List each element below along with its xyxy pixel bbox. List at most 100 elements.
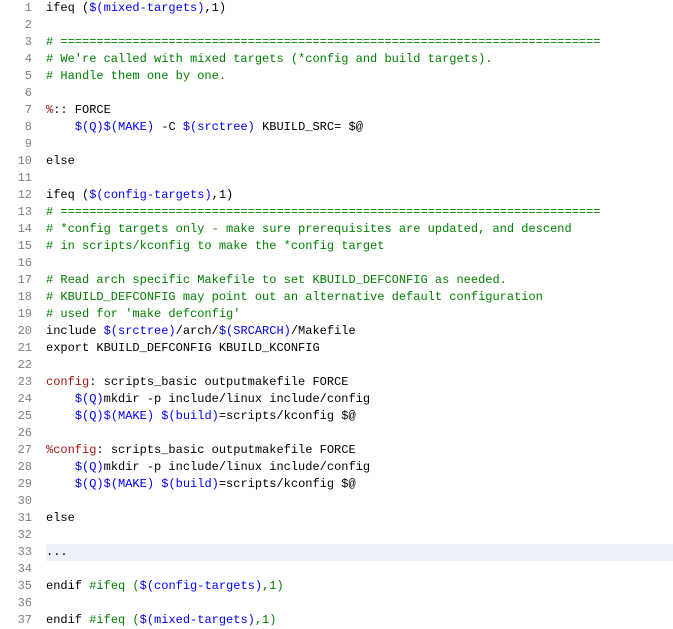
code-line[interactable]: $(Q)mkdir -p include/linux include/confi… (46, 391, 673, 408)
code-area[interactable]: ifeq ($(mixed-targets),1) # ============… (38, 0, 673, 629)
line-number: 20 (0, 323, 32, 340)
code-line[interactable] (46, 527, 673, 544)
code-token: /arch/ (176, 324, 219, 338)
line-number: 17 (0, 272, 32, 289)
code-line[interactable]: config: scripts_basic outputmakefile FOR… (46, 374, 673, 391)
code-line[interactable]: # in scripts/kconfig to make the *config… (46, 238, 673, 255)
code-token: mkdir -p include/linux include/config (104, 392, 370, 406)
code-line[interactable] (46, 136, 673, 153)
code-line[interactable]: else (46, 510, 673, 527)
code-line[interactable]: # used for 'make defconfig' (46, 306, 673, 323)
code-line[interactable]: include $(srctree)/arch/$(SRCARCH)/Makef… (46, 323, 673, 340)
line-number: 7 (0, 102, 32, 119)
code-line[interactable]: endif #ifeq ($(config-targets),1) (46, 578, 673, 595)
code-token: else (46, 154, 75, 168)
code-token: ,1) (212, 188, 234, 202)
code-line[interactable]: # KBUILD_DEFCONFIG may point out an alte… (46, 289, 673, 306)
line-number: 14 (0, 221, 32, 238)
line-number: 22 (0, 357, 32, 374)
code-token: $(srctree) (104, 324, 176, 338)
code-token: # We're called with mixed targets (*conf… (46, 52, 492, 66)
line-number: 26 (0, 425, 32, 442)
line-number: 5 (0, 68, 32, 85)
code-line[interactable]: %:: FORCE (46, 102, 673, 119)
code-token: : scripts_basic outputmakefile FORCE (89, 375, 348, 389)
code-token: %config (46, 443, 96, 457)
code-token: =scripts/kconfig $@ (219, 409, 356, 423)
code-token: : scripts_basic outputmakefile FORCE (96, 443, 355, 457)
code-line[interactable]: # Read arch specific Makefile to set KBU… (46, 272, 673, 289)
code-token (46, 460, 75, 474)
line-number: 2 (0, 17, 32, 34)
code-line[interactable]: $(Q)$(MAKE) $(build)=scripts/kconfig $@ (46, 408, 673, 425)
line-number: 12 (0, 187, 32, 204)
code-line[interactable] (46, 17, 673, 34)
line-number: 29 (0, 476, 32, 493)
code-token: $(build) (161, 409, 219, 423)
code-line[interactable] (46, 425, 673, 442)
line-number: 4 (0, 51, 32, 68)
code-token: :: FORCE (53, 103, 111, 117)
line-number: 25 (0, 408, 32, 425)
line-number: 27 (0, 442, 32, 459)
code-token: mkdir -p include/linux include/config (104, 460, 370, 474)
code-line[interactable] (46, 255, 673, 272)
code-token: export KBUILD_DEFCONFIG KBUILD_KCONFIG (46, 341, 320, 355)
code-line[interactable]: endif #ifeq ($(mixed-targets),1) (46, 612, 673, 629)
code-line[interactable]: ifeq ($(config-targets),1) (46, 187, 673, 204)
code-line[interactable] (46, 561, 673, 578)
line-number: 3 (0, 34, 32, 51)
line-number: 23 (0, 374, 32, 391)
code-token: $(Q) (75, 120, 104, 134)
code-token: $(Q) (75, 409, 104, 423)
code-line[interactable]: $(Q)$(MAKE) $(build)=scripts/kconfig $@ (46, 476, 673, 493)
code-line[interactable]: %config: scripts_basic outputmakefile FO… (46, 442, 673, 459)
code-line[interactable]: # We're called with mixed targets (*conf… (46, 51, 673, 68)
code-line[interactable]: export KBUILD_DEFCONFIG KBUILD_KCONFIG (46, 340, 673, 357)
code-line[interactable]: # *config targets only - make sure prere… (46, 221, 673, 238)
code-line[interactable]: $(Q)$(MAKE) -C $(srctree) KBUILD_SRC= $@ (46, 119, 673, 136)
code-token: $(SRCARCH) (219, 324, 291, 338)
code-line[interactable]: # ======================================… (46, 34, 673, 51)
line-number: 33 (0, 544, 32, 561)
line-number: 28 (0, 459, 32, 476)
code-line[interactable] (46, 493, 673, 510)
code-token: -C (154, 120, 183, 134)
line-number: 15 (0, 238, 32, 255)
code-line[interactable]: # Handle them one by one. (46, 68, 673, 85)
code-token: ,1) (255, 613, 277, 627)
code-line[interactable] (46, 357, 673, 374)
line-number: 16 (0, 255, 32, 272)
line-number: 24 (0, 391, 32, 408)
code-token: $(config-targets) (140, 579, 262, 593)
code-token: ifeq ( (46, 188, 89, 202)
code-line[interactable] (46, 595, 673, 612)
line-number: 32 (0, 527, 32, 544)
code-line[interactable]: else (46, 153, 673, 170)
code-line[interactable]: $(Q)mkdir -p include/linux include/confi… (46, 459, 673, 476)
code-token: #ifeq ( (89, 613, 139, 627)
code-line[interactable] (46, 85, 673, 102)
code-token (46, 409, 75, 423)
line-number: 13 (0, 204, 32, 221)
code-token: endif (46, 613, 89, 627)
code-token: =scripts/kconfig $@ (219, 477, 356, 491)
code-token: endif (46, 579, 89, 593)
line-number: 30 (0, 493, 32, 510)
code-line[interactable]: # ======================================… (46, 204, 673, 221)
code-token: include (46, 324, 104, 338)
code-token: $(build) (161, 477, 219, 491)
line-number: 9 (0, 136, 32, 153)
code-token: #ifeq ( (89, 579, 139, 593)
code-line[interactable]: ... (46, 544, 673, 561)
code-line[interactable] (46, 170, 673, 187)
code-token: $(mixed-targets) (89, 1, 204, 15)
code-line[interactable]: ifeq ($(mixed-targets),1) (46, 0, 673, 17)
code-token: $(Q) (75, 477, 104, 491)
code-token: # Handle them one by one. (46, 69, 226, 83)
code-token: config (46, 375, 89, 389)
code-token: $(srctree) (183, 120, 255, 134)
code-token: # Read arch specific Makefile to set KBU… (46, 273, 507, 287)
code-token: KBUILD_SRC= $@ (255, 120, 363, 134)
code-token (46, 392, 75, 406)
